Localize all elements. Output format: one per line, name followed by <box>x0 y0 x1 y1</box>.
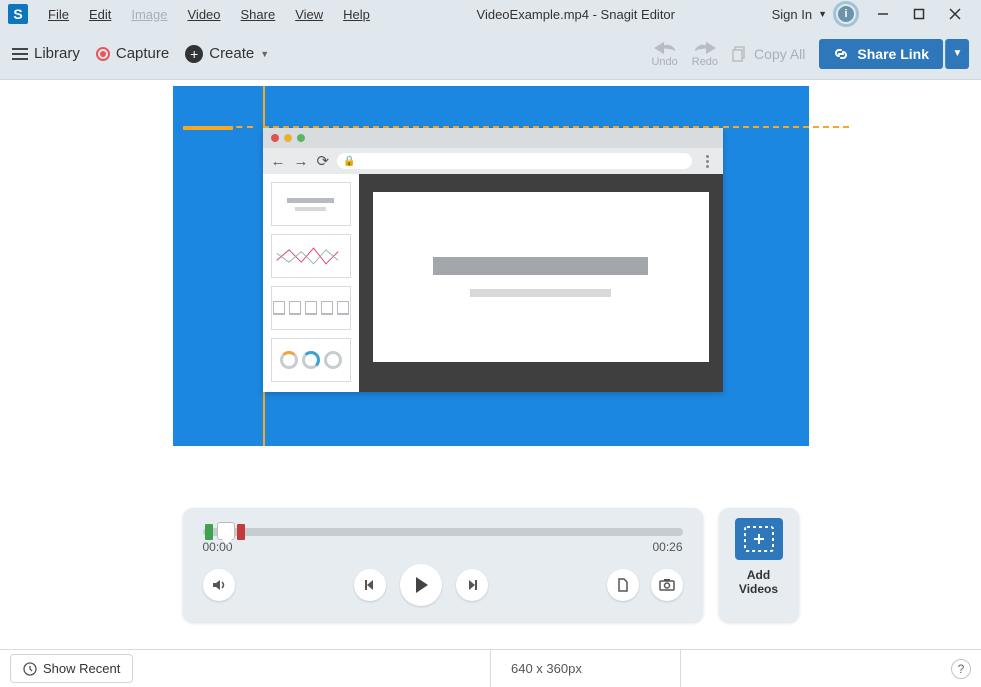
add-videos-panel: AddVideos <box>719 508 799 622</box>
menu-help[interactable]: Help <box>333 3 380 26</box>
trim-start-handle[interactable] <box>205 524 213 540</box>
volume-button[interactable] <box>203 569 235 601</box>
traffic-yellow-icon <box>284 134 292 142</box>
traffic-green-icon <box>297 134 305 142</box>
add-videos-button[interactable] <box>735 518 783 560</box>
copy-icon <box>732 46 748 62</box>
plus-icon: + <box>185 45 203 63</box>
copy-all-button: Copy All <box>732 46 805 62</box>
app-logo-icon: S <box>8 4 28 24</box>
capture-button[interactable]: Capture <box>96 45 169 62</box>
slide-thumb <box>271 338 351 382</box>
undo-button: Undo <box>651 40 677 68</box>
prev-frame-button[interactable] <box>354 569 386 601</box>
player-row: 00:00 00:26 AddVideos <box>0 500 981 642</box>
close-button[interactable] <box>937 0 973 28</box>
slide-thumb <box>271 286 351 330</box>
menu-view[interactable]: View <box>285 3 333 26</box>
time-total: 00:26 <box>652 540 682 554</box>
menu-share[interactable]: Share <box>231 3 286 26</box>
step-back-icon <box>363 578 377 592</box>
menu-edit[interactable]: Edit <box>79 3 121 26</box>
help-button[interactable]: ? <box>951 659 971 679</box>
dimensions-display: 640 x 360px <box>490 650 681 687</box>
maximize-button[interactable] <box>901 0 937 28</box>
library-button[interactable]: Library <box>12 45 80 62</box>
add-videos-label: AddVideos <box>739 568 778 597</box>
url-bar: 🔒 <box>337 153 691 169</box>
link-icon <box>833 46 849 62</box>
add-video-icon <box>744 526 774 552</box>
statusbar: Show Recent 640 x 360px ? <box>0 649 981 687</box>
video-canvas[interactable]: ← → ⟳ 🔒 <box>173 86 809 446</box>
record-icon <box>96 47 110 61</box>
kebab-icon <box>700 155 715 168</box>
canvas-area: ← → ⟳ 🔒 <box>0 80 981 500</box>
step-forward-icon <box>465 578 479 592</box>
minimize-button[interactable] <box>865 0 901 28</box>
lock-icon: 🔒 <box>343 156 355 167</box>
share-link-dropdown[interactable]: ▼ <box>945 39 969 69</box>
menu-video[interactable]: Video <box>178 3 231 26</box>
create-button[interactable]: + Create ▼ <box>185 45 269 63</box>
clock-icon <box>23 662 37 676</box>
slide-thumb <box>271 182 351 226</box>
share-link-button[interactable]: Share Link <box>819 39 943 69</box>
back-icon: ← <box>271 153 286 170</box>
camera-icon <box>659 578 675 592</box>
toolbar: Library Capture + Create ▼ Undo Redo Cop… <box>0 28 981 80</box>
sign-in-button[interactable]: Sign In▼ <box>772 7 827 22</box>
redo-button: Redo <box>692 40 718 68</box>
slide-thumb <box>271 234 351 278</box>
video-player: 00:00 00:26 <box>183 508 703 622</box>
traffic-red-icon <box>271 134 279 142</box>
trim-end-handle[interactable] <box>237 524 245 540</box>
play-icon <box>411 575 431 595</box>
forward-icon: → <box>294 153 309 170</box>
menubar: S File Edit Image Video Share View Help … <box>0 0 981 28</box>
timeline-track[interactable] <box>203 528 683 536</box>
browser-mockup: ← → ⟳ 🔒 <box>263 128 723 392</box>
speaker-icon <box>211 577 227 593</box>
next-frame-button[interactable] <box>456 569 488 601</box>
snapshot-button[interactable] <box>651 569 683 601</box>
hamburger-icon <box>12 48 28 60</box>
reload-icon: ⟳ <box>317 152 330 170</box>
play-button[interactable] <box>400 564 442 606</box>
info-icon[interactable]: i <box>833 1 859 27</box>
menu-image: Image <box>121 3 177 26</box>
playhead[interactable] <box>217 522 235 540</box>
file-icon <box>616 578 630 592</box>
show-recent-button[interactable]: Show Recent <box>10 654 133 683</box>
menu-file[interactable]: File <box>38 3 79 26</box>
export-frame-button[interactable] <box>607 569 639 601</box>
window-title: VideoExample.mp4 - Snagit Editor <box>380 7 772 22</box>
